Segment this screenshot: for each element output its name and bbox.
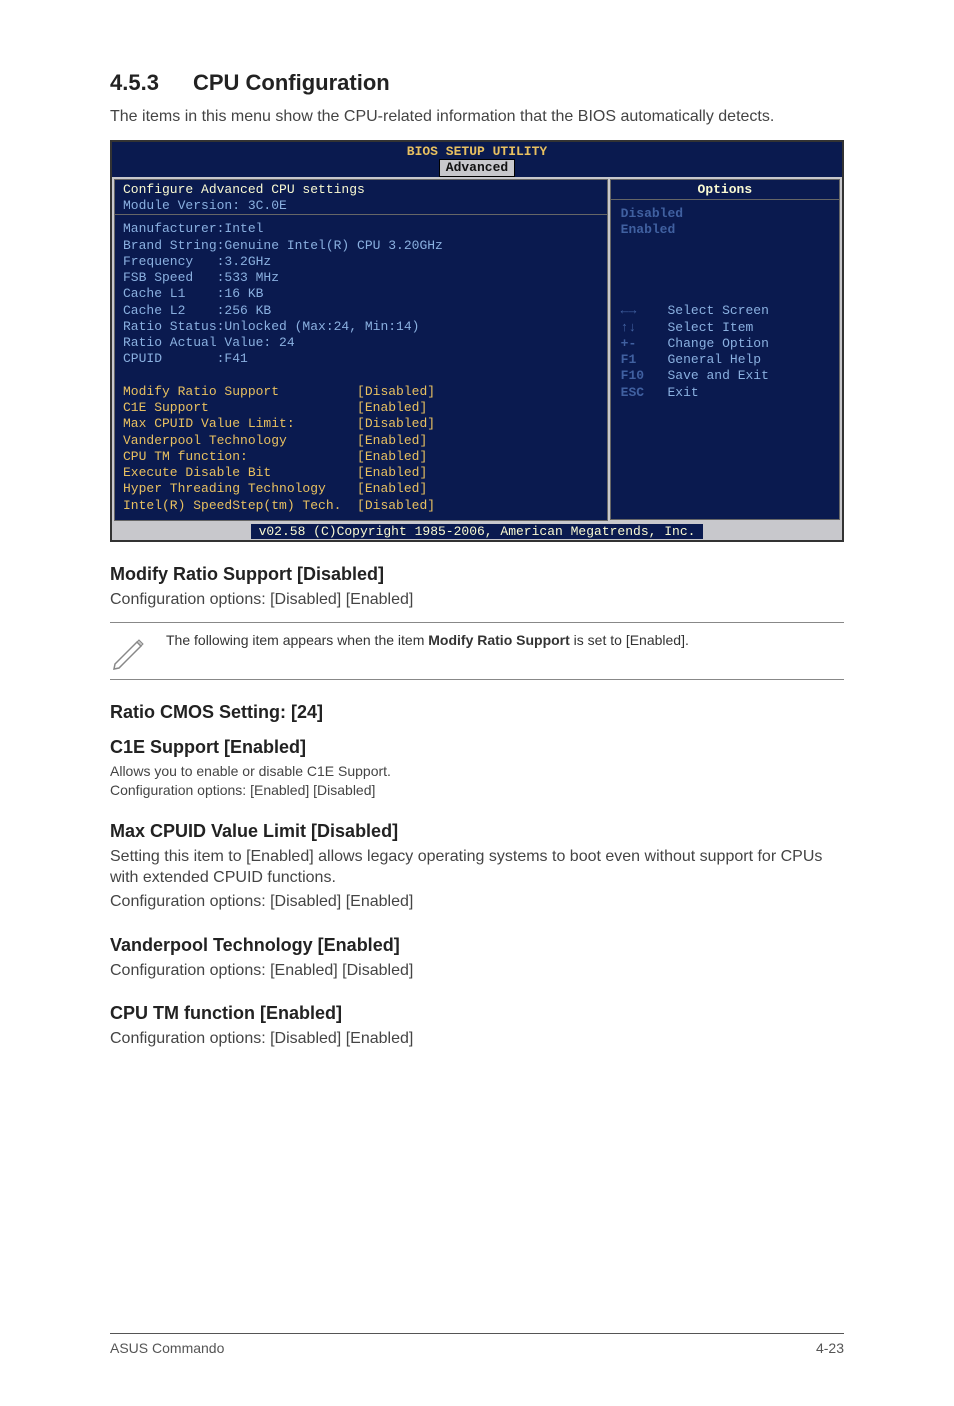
- section-number: 4.5.3: [110, 70, 159, 96]
- note-prefix: The following item appears when the item: [166, 632, 428, 648]
- nav-help: ←→ Select Screen ↑↓ Select Item +- Chang…: [621, 303, 769, 399]
- text-modify-ratio: Configuration options: [Disabled] [Enabl…: [110, 589, 844, 611]
- options-title: Options: [610, 179, 840, 200]
- maxcpuid-line1: Setting this item to [Enabled] allows le…: [110, 846, 844, 889]
- bios-tab-advanced: Advanced: [439, 159, 515, 177]
- config-body: Manufacturer:Intel Brand String:Genuine …: [114, 215, 608, 521]
- cputm-line1: Configuration options: [Disabled] [Enabl…: [110, 1028, 844, 1050]
- c1e-line1: Allows you to enable or disable C1E Supp…: [110, 762, 844, 780]
- footer-left: ASUS Commando: [110, 1340, 224, 1356]
- heading-c1e: C1E Support [Enabled]: [110, 737, 844, 758]
- config-header: Configure Advanced CPU settings Module V…: [114, 179, 608, 216]
- bios-footer: v02.58 (C)Copyright 1985-2006, American …: [112, 523, 842, 540]
- options-values: Disabled Enabled: [621, 206, 683, 237]
- vanderpool-line1: Configuration options: [Enabled] [Disabl…: [110, 960, 844, 982]
- bios-screenshot: BIOS SETUP UTILITY Advanced Configure Ad…: [110, 140, 844, 542]
- note-suffix: is set to [Enabled].: [570, 632, 689, 648]
- bios-title-bar: BIOS SETUP UTILITY Advanced: [112, 142, 842, 177]
- note-bold: Modify Ratio Support: [428, 632, 570, 648]
- heading-max-cpuid: Max CPUID Value Limit [Disabled]: [110, 821, 844, 842]
- cpu-static-info: Manufacturer:Intel Brand String:Genuine …: [123, 221, 443, 366]
- editable-settings: Modify Ratio Support [Disabled] C1E Supp…: [123, 384, 435, 513]
- config-header-line1: Configure Advanced CPU settings: [123, 182, 365, 197]
- note-block: The following item appears when the item…: [110, 622, 844, 680]
- config-header-line2: Module Version: 3C.0E: [123, 198, 287, 213]
- pencil-icon: [110, 631, 152, 671]
- c1e-line2: Configuration options: [Enabled] [Disabl…: [110, 781, 844, 799]
- heading-ratio-cmos: Ratio CMOS Setting: [24]: [110, 702, 844, 723]
- intro-text: The items in this menu show the CPU-rela…: [110, 106, 844, 128]
- page-footer: ASUS Commando 4-23: [110, 1333, 844, 1356]
- bios-title: BIOS SETUP UTILITY: [407, 144, 547, 159]
- section-heading: 4.5.3 CPU Configuration: [110, 70, 844, 96]
- section-title: CPU Configuration: [193, 70, 390, 95]
- maxcpuid-line2: Configuration options: [Disabled] [Enabl…: [110, 891, 844, 913]
- heading-vanderpool: Vanderpool Technology [Enabled]: [110, 935, 844, 956]
- note-text: The following item appears when the item…: [166, 631, 689, 671]
- bios-copyright: v02.58 (C)Copyright 1985-2006, American …: [251, 524, 704, 539]
- footer-right: 4-23: [816, 1340, 844, 1356]
- heading-cputm: CPU TM function [Enabled]: [110, 1003, 844, 1024]
- heading-modify-ratio: Modify Ratio Support [Disabled]: [110, 564, 844, 585]
- options-panel: Disabled Enabled ←→ Select Screen ↑↓ Sel…: [610, 200, 840, 520]
